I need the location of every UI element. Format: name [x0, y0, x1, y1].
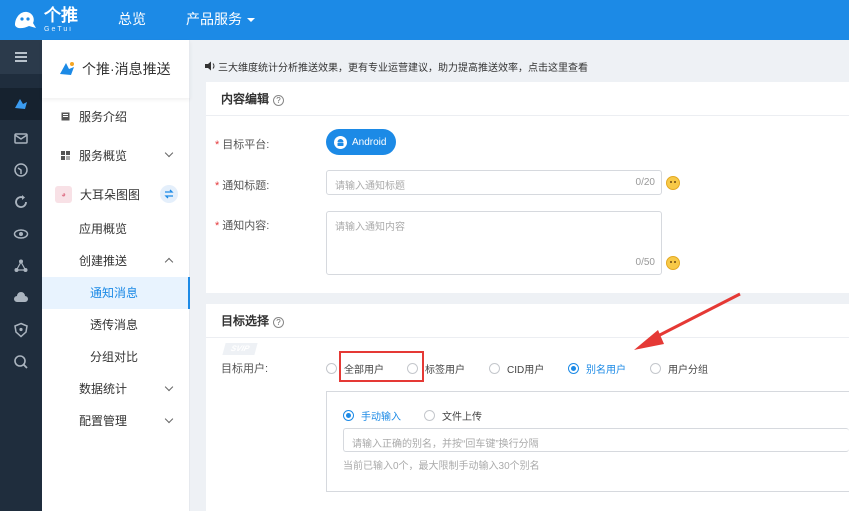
sidebar-item-create-push[interactable]: 创建推送	[42, 245, 190, 277]
push-service-icon	[58, 60, 76, 78]
topnav-overview[interactable]: 总览	[118, 0, 146, 40]
radar-icon[interactable]	[0, 154, 42, 186]
content-edit-title: 内容编辑?	[206, 82, 849, 116]
speaker-icon	[205, 61, 215, 71]
radio-alias-users[interactable]: 别名用户	[568, 361, 626, 376]
android-platform-button[interactable]: Android	[326, 129, 396, 155]
logo-icon	[12, 8, 38, 32]
document-icon	[61, 112, 70, 120]
platform-label: * 目标平台:	[215, 139, 270, 151]
chevron-down-icon	[164, 414, 174, 424]
sidebar-item-passthrough-message[interactable]: 透传消息	[42, 309, 190, 341]
eye-icon[interactable]	[0, 218, 42, 250]
sidebar-app-row[interactable]: ◕ 大耳朵图图	[42, 178, 190, 210]
search-data-icon[interactable]	[0, 346, 42, 378]
sidebar-item-config[interactable]: 配置管理	[42, 405, 190, 437]
switch-app-icon[interactable]	[160, 185, 178, 203]
caret-down-icon	[247, 18, 255, 23]
shield-icon[interactable]	[0, 314, 42, 346]
logo-text-en: GeTui	[44, 26, 73, 33]
body-label: * 通知内容:	[215, 220, 270, 232]
logo-text-cn: 个推	[44, 6, 78, 25]
top-bar: 个推 GeTui 总览 产品服务	[0, 0, 849, 40]
svip-badge: SVIP	[222, 343, 258, 355]
side-menu: 个推·消息推送 服务介绍 服务概览 ◕ 大耳朵图图 应用概览 创建推送 通知消息…	[42, 40, 190, 511]
push-icon[interactable]	[0, 88, 42, 120]
android-icon	[334, 135, 347, 149]
title-label: * 通知标题:	[215, 180, 270, 192]
sidebar-item-app-overview[interactable]: 应用概览	[42, 213, 190, 245]
radio-cid-users[interactable]: CID用户	[489, 361, 544, 376]
app-name: 大耳朵图图	[80, 187, 141, 202]
sidebar-item-ab-test[interactable]: 分组对比	[42, 341, 190, 373]
getui-logo[interactable]: 个推 GeTui	[12, 4, 82, 36]
radio-manual-input[interactable]: 手动输入	[343, 408, 401, 423]
grid-icon	[61, 150, 70, 160]
help-icon[interactable]: ?	[273, 317, 285, 328]
chevron-up-icon	[164, 257, 174, 267]
side-menu-title: 个推·消息推送	[42, 40, 190, 98]
sidebar-item-notify-message[interactable]: 通知消息	[42, 277, 190, 309]
icon-rail	[0, 40, 42, 511]
refresh-icon[interactable]	[0, 186, 42, 218]
emoji-picker-icon[interactable]	[666, 176, 680, 190]
notification-content-textarea[interactable]: 请输入通知内容 0/50	[326, 211, 662, 275]
app-avatar: ◕	[55, 185, 72, 203]
sidebar-item-overview[interactable]: 服务概览	[42, 139, 190, 171]
chevron-down-icon	[164, 382, 174, 392]
notice-banner[interactable]: 三大维度统计分析推送效果，更有专业运营建议，助力提高推送效率，点击这里查看	[204, 56, 849, 76]
topnav-products[interactable]: 产品服务	[186, 0, 255, 40]
highlight-box	[339, 351, 424, 382]
chevron-down-icon	[164, 148, 174, 158]
alias-help-text: 当前已输入0个，最大限制手动输入30个别名	[343, 461, 540, 472]
sidebar-item-intro[interactable]: 服务介绍	[42, 100, 190, 132]
annotation-arrow-icon	[634, 292, 741, 350]
target-selection-title: 目标选择?	[206, 304, 849, 338]
help-icon[interactable]: ?	[273, 95, 285, 106]
emoji-picker-icon[interactable]	[666, 256, 680, 270]
network-icon[interactable]	[0, 250, 42, 282]
radio-file-upload[interactable]: 文件上传	[424, 408, 482, 423]
radio-user-group[interactable]: 用户分组	[650, 361, 708, 376]
cloud-icon[interactable]	[0, 282, 42, 314]
notification-title-input[interactable]: 请输入通知标题 0/20	[326, 170, 662, 195]
mail-icon[interactable]	[0, 122, 42, 154]
target-user-label: 目标用户:	[221, 363, 269, 375]
content-edit-panel: 内容编辑? * 目标平台: Android * 通知标题: 请输入通知标题 0/20…	[206, 82, 849, 293]
alias-input[interactable]: 请输入正确的别名，并按“回车键”换行分隔	[343, 428, 849, 452]
hamburger-menu-icon[interactable]	[0, 40, 42, 74]
sidebar-item-stats[interactable]: 数据统计	[42, 373, 190, 405]
